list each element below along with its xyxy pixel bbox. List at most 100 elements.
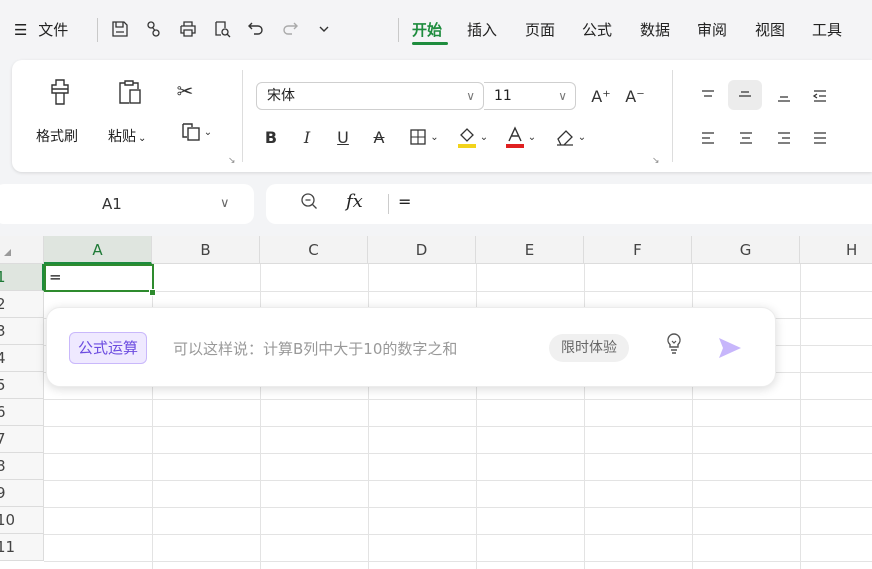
active-cell-a1[interactable]: = [44, 264, 154, 292]
share-icon[interactable] [140, 14, 168, 44]
decrease-indent-icon[interactable] [808, 84, 832, 108]
strikethrough-button[interactable]: A [368, 124, 390, 150]
format-painter-icon[interactable] [42, 74, 78, 110]
chevron-down-icon: ⌄ [479, 131, 489, 143]
formula-bar: A1 ∨ fx = [0, 182, 872, 226]
column-header-a[interactable]: A [44, 236, 152, 264]
grid-line [44, 399, 872, 400]
clipboard-launcher-icon[interactable]: ↘ [228, 156, 236, 166]
print-icon[interactable] [174, 14, 202, 44]
row-header-10[interactable]: 10 [0, 507, 44, 534]
tab-data[interactable]: 数据 [640, 17, 670, 43]
name-box[interactable]: A1 ∨ [0, 184, 254, 224]
grid-line [44, 480, 872, 481]
italic-button[interactable]: I [296, 124, 318, 150]
row-header-9[interactable]: 9 [0, 480, 44, 507]
formula-calc-chip[interactable]: 公式运算 [69, 332, 148, 364]
row-header-8[interactable]: 8 [0, 453, 44, 480]
formula-input[interactable]: = [398, 192, 411, 211]
tab-tools[interactable]: 工具 [812, 17, 842, 43]
select-all-corner[interactable] [0, 236, 44, 264]
formula-divider [388, 194, 389, 214]
chevron-down-icon: ∨ [220, 196, 230, 211]
column-header-e[interactable]: E [476, 236, 584, 264]
column-header-h[interactable]: H [800, 236, 872, 264]
tab-home[interactable]: 开始 [412, 17, 442, 43]
align-left-icon[interactable] [696, 126, 720, 150]
save-icon[interactable] [106, 14, 134, 44]
font-color-button[interactable]: ⌄ [500, 122, 540, 152]
ribbon-divider [242, 70, 243, 162]
tab-formulas[interactable]: 公式 [582, 17, 612, 43]
paste-icon[interactable] [112, 74, 148, 110]
grid-line [44, 534, 872, 535]
send-icon[interactable] [715, 334, 743, 362]
row-header-2[interactable]: 2 [0, 291, 44, 318]
fill-handle[interactable] [149, 289, 156, 296]
grid-line [44, 426, 872, 427]
grid-line [44, 507, 872, 508]
align-top-icon[interactable] [696, 84, 720, 108]
copy-button[interactable]: ⌄ [174, 118, 218, 146]
font-name-select[interactable]: 宋体 ∨ [256, 82, 484, 110]
chevron-down-icon: ⌄ [527, 131, 537, 143]
menubar-divider [97, 18, 98, 42]
borders-button[interactable]: ⌄ [404, 124, 444, 150]
lightbulb-icon[interactable] [665, 332, 683, 359]
column-header-g[interactable]: G [692, 236, 800, 264]
row-header-6[interactable]: 6 [0, 399, 44, 426]
tab-view[interactable]: 视图 [755, 17, 785, 43]
align-bottom-icon[interactable] [772, 84, 796, 108]
paste-button[interactable]: 粘贴 ⌄ [108, 126, 146, 146]
ai-prompt-input[interactable]: 可以这样说：计算B列中大于10的数字之和 [173, 338, 457, 359]
hamburger-icon: ☰ [14, 21, 28, 39]
menubar-divider [398, 18, 399, 42]
chevron-down-icon: ∨ [466, 89, 475, 103]
font-launcher-icon[interactable]: ↘ [652, 156, 660, 166]
spreadsheet-app: ☰ 文件 开始 插入 页面 公式 数据 审阅 视图 工具 格式刷 粘贴 ⌄ ✂ … [0, 0, 872, 569]
redo-icon[interactable] [276, 14, 304, 44]
print-preview-icon[interactable] [208, 14, 236, 44]
align-middle-icon[interactable] [728, 80, 762, 110]
grid-line [44, 453, 872, 454]
clear-format-button[interactable]: ⌄ [548, 122, 592, 152]
row-header-3[interactable]: 3 [0, 318, 44, 345]
cut-icon[interactable]: ✂ [170, 76, 200, 106]
column-header-c[interactable]: C [260, 236, 368, 264]
fill-color-button[interactable]: ⌄ [452, 122, 492, 152]
zoom-icon[interactable] [300, 192, 318, 215]
font-size-select[interactable]: 11 ∨ [484, 82, 576, 110]
formula-input-area[interactable]: fx = [266, 184, 872, 224]
row-header-1[interactable]: 1 [0, 264, 44, 291]
grid-line [44, 291, 872, 292]
justify-icon[interactable] [808, 126, 832, 150]
align-right-icon[interactable] [772, 126, 796, 150]
column-header-d[interactable]: D [368, 236, 476, 264]
row-header-7[interactable]: 7 [0, 426, 44, 453]
main-menu-button[interactable]: ☰ 文件 [14, 17, 68, 43]
align-center-icon[interactable] [734, 126, 758, 150]
quick-access-more-icon[interactable] [310, 14, 338, 44]
active-cell-value: = [49, 268, 62, 286]
bold-button[interactable]: B [260, 124, 282, 150]
format-painter-label[interactable]: 格式刷 [36, 126, 78, 146]
ribbon-home: 格式刷 粘贴 ⌄ ✂ ⌄ ↘ 宋体 ∨ 11 ∨ A⁺ A⁻ B I U A ⌄… [12, 60, 872, 172]
insert-function-button[interactable]: fx [346, 191, 363, 212]
chevron-down-icon: ⌄ [138, 133, 147, 144]
row-header-4[interactable]: 4 [0, 345, 44, 372]
borders-icon [410, 129, 426, 145]
grow-font-button[interactable]: A⁺ [586, 82, 616, 110]
tab-review[interactable]: 审阅 [697, 17, 727, 43]
row-header-11[interactable]: 11 [0, 534, 44, 561]
ribbon-divider [672, 70, 673, 162]
underline-button[interactable]: U [332, 124, 354, 150]
column-header-b[interactable]: B [152, 236, 260, 264]
menubar: ☰ 文件 开始 插入 页面 公式 数据 审阅 视图 工具 [0, 0, 872, 60]
column-header-f[interactable]: F [584, 236, 692, 264]
limited-trial-badge: 限时体验 [549, 334, 629, 362]
tab-page[interactable]: 页面 [525, 17, 555, 43]
tab-insert[interactable]: 插入 [467, 17, 497, 43]
shrink-font-button[interactable]: A⁻ [620, 82, 650, 110]
undo-icon[interactable] [242, 14, 270, 44]
row-header-5[interactable]: 5 [0, 372, 44, 399]
